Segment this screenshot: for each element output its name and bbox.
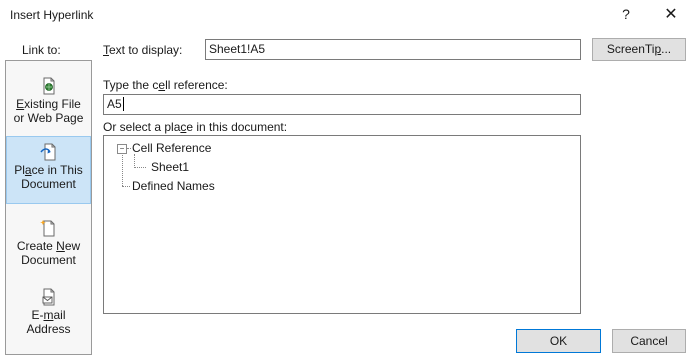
sidebar-item-create-new-document[interactable]: Create New Document: [6, 219, 91, 267]
web-file-icon: [43, 77, 54, 95]
dialog-title: Insert Hyperlink: [10, 8, 94, 22]
sidebar-item-label-line1: Existing File: [16, 97, 81, 111]
new-document-icon: [39, 220, 54, 237]
select-place-label: Or select a place in this document:: [103, 120, 288, 134]
sidebar-item-place-in-document[interactable]: Place in This Document: [6, 136, 91, 204]
sidebar-item-label-line1: Create New: [16, 239, 81, 253]
sidebar-item-existing-file[interactable]: Existing File or Web Page: [6, 77, 91, 125]
document-place-icon: [39, 143, 55, 161]
sidebar-item-label-line2: Document: [21, 253, 76, 267]
screentip-button[interactable]: ScreenTip...: [592, 38, 686, 61]
sidebar-item-label-line2: Address: [26, 322, 71, 336]
sidebar-item-label-line1: Place in This: [14, 163, 83, 177]
cancel-button[interactable]: Cancel: [612, 329, 686, 353]
link-to-label: Link to:: [22, 43, 61, 57]
place-tree[interactable]: − Cell Reference Sheet1 Defined Names: [103, 135, 581, 314]
cell-reference-input[interactable]: A5: [103, 94, 581, 115]
tree-item-defined-names[interactable]: Defined Names: [132, 179, 215, 193]
sidebar-item-label-line1: E-mail: [31, 308, 66, 322]
text-to-display-label: Text to display:: [103, 43, 183, 57]
collapse-expander-icon[interactable]: −: [117, 144, 127, 154]
sidebar-item-label-line2: or Web Page: [13, 111, 84, 125]
sidebar-item-label-line2: Document: [21, 177, 76, 191]
text-to-display-input[interactable]: Sheet1!A5: [205, 39, 581, 60]
link-to-sidebar: Existing File or Web Page Place in This …: [5, 60, 92, 355]
close-button[interactable]: ✕: [661, 4, 681, 24]
help-button[interactable]: ?: [616, 6, 636, 22]
tree-item-cell-reference[interactable]: Cell Reference: [132, 141, 211, 155]
email-icon: [42, 288, 54, 306]
cell-reference-label: Type the cell reference:: [103, 78, 228, 92]
sidebar-item-email-address[interactable]: E-mail Address: [6, 288, 91, 336]
ok-button[interactable]: OK: [516, 329, 601, 353]
tree-item-sheet1[interactable]: Sheet1: [151, 160, 189, 174]
